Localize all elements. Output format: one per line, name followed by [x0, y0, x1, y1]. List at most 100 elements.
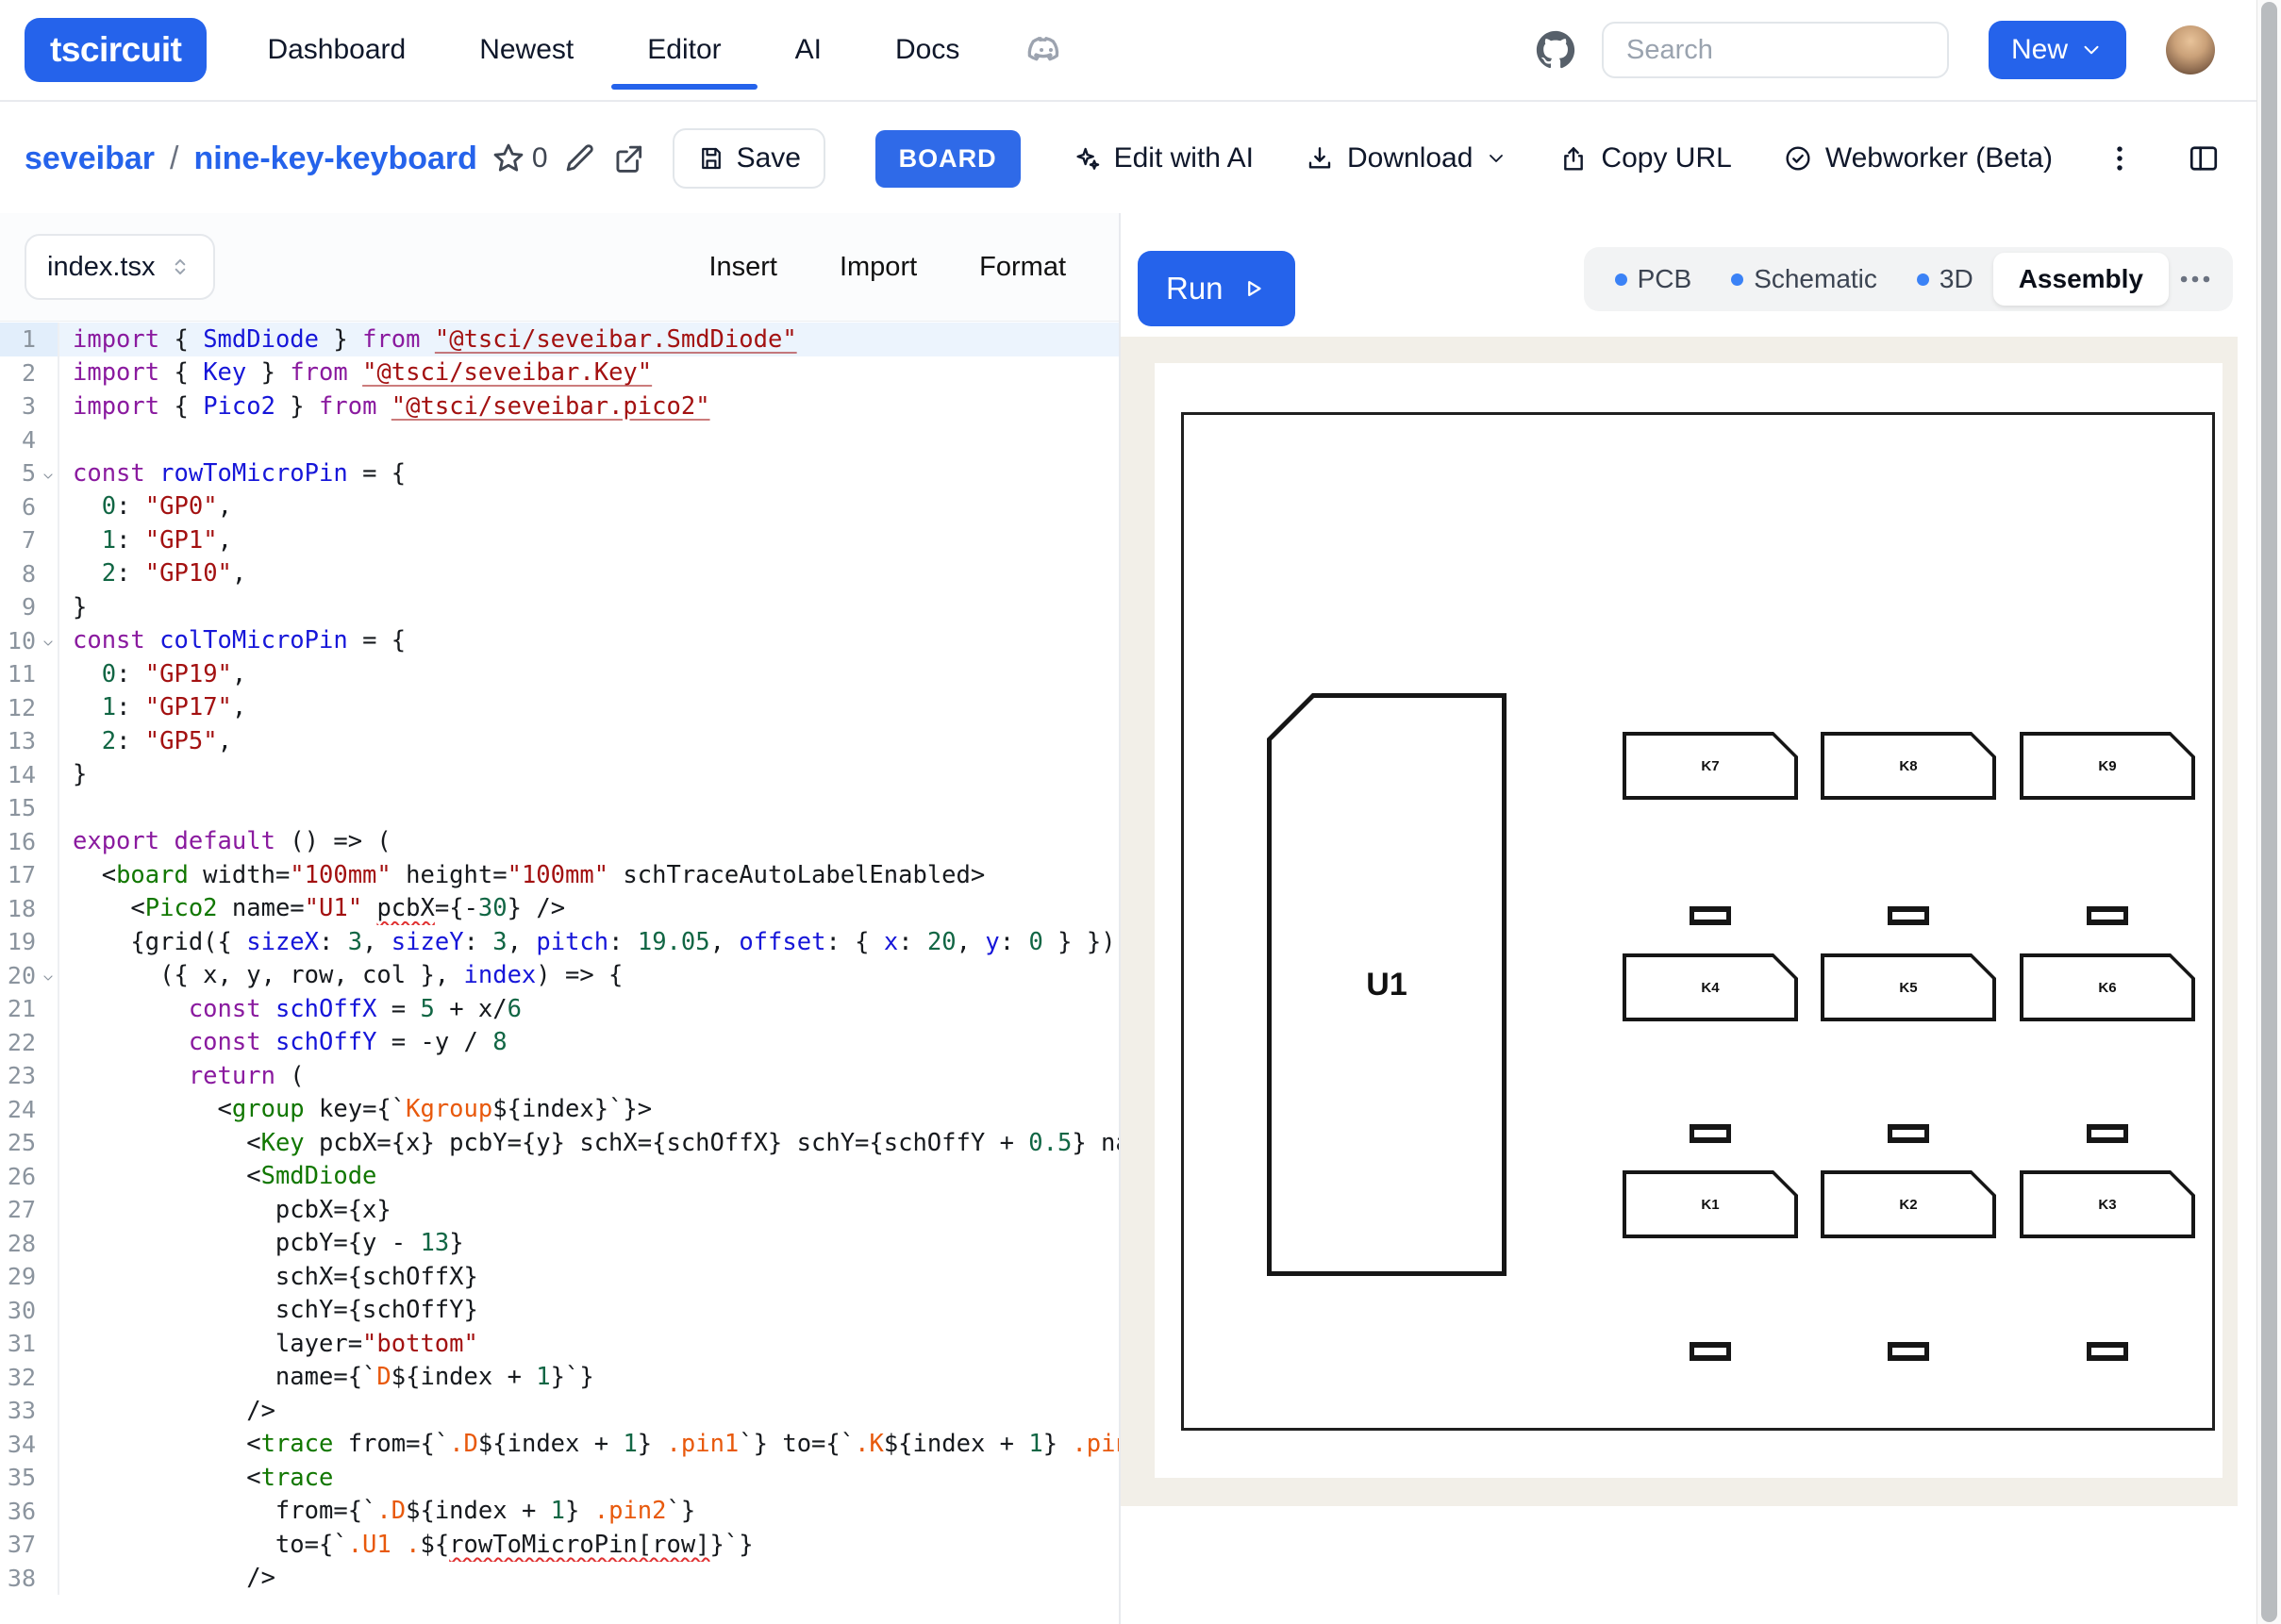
board-badge[interactable]: BOARD [875, 130, 1021, 188]
code-line-5: 5const rowToMicroPin = { [0, 456, 1119, 490]
editor-menu-format[interactable]: Format [979, 252, 1066, 283]
code-line-20: 20 ({ x, y, row, col }, index) => { [0, 959, 1119, 993]
diode-footprint [1690, 906, 1731, 925]
code-editor[interactable]: 1import { SmdDiode } from "@tsci/seveiba… [0, 323, 1119, 1624]
line-number: 1 [0, 325, 39, 353]
discord-icon[interactable] [1025, 29, 1067, 71]
editor-menu-insert[interactable]: Insert [708, 252, 777, 283]
nav-item-docs[interactable]: Docs [895, 34, 959, 66]
gutter: 11 [0, 657, 59, 691]
code-text: 0: "GP0", [59, 490, 1119, 524]
code-text: const schOffY = -y / 8 [59, 1026, 1119, 1060]
tab-assembly[interactable]: Assembly [1993, 253, 2169, 306]
editor-menu-import[interactable]: Import [840, 252, 917, 283]
github-icon[interactable] [1536, 30, 1575, 70]
line-number: 34 [0, 1431, 39, 1458]
gutter: 4 [0, 423, 59, 457]
gutter: 38 [0, 1562, 59, 1596]
avatar[interactable] [2166, 25, 2215, 75]
code-line-37: 37 to={`.U1 .${rowToMicroPin[row]}`} [0, 1528, 1119, 1562]
share-icon[interactable] [610, 141, 646, 176]
code-line-33: 33 /> [0, 1394, 1119, 1428]
line-number: 23 [0, 1062, 39, 1089]
nav-item-newest[interactable]: Newest [479, 34, 574, 66]
code-text: export default () => ( [59, 825, 1119, 859]
diode-footprint [1690, 1124, 1731, 1143]
breadcrumb-owner[interactable]: seveibar [25, 141, 155, 177]
scrollbar-thumb[interactable] [2261, 2, 2277, 1622]
code-text: pcbY={y - 13} [59, 1227, 1119, 1261]
action-label: Webworker (Beta) [1825, 142, 2053, 174]
code-line-28: 28 pcbY={y - 13} [0, 1227, 1119, 1261]
nav-item-ai[interactable]: AI [795, 34, 822, 66]
assembly-canvas[interactable]: U1 K7K8K9K4K5K6K1K2K3 [1121, 337, 2238, 1506]
line-number: 31 [0, 1330, 39, 1357]
save-button[interactable]: Save [673, 128, 825, 189]
code-text: 0: "GP19", [59, 657, 1119, 691]
line-number: 33 [0, 1397, 39, 1424]
tab-pcb[interactable]: PCB [1595, 247, 1712, 311]
code-text: } [59, 758, 1119, 792]
tab-label: PCB [1638, 264, 1692, 294]
split-panel-icon[interactable] [2187, 141, 2221, 175]
action-label: Edit with AI [1114, 142, 1254, 174]
gutter: 22 [0, 1026, 59, 1060]
star-icon[interactable] [491, 141, 526, 176]
navbar-right: New [1536, 21, 2215, 79]
nav-item-editor[interactable]: Editor [647, 34, 721, 66]
copy-url-button[interactable]: Copy URL [1558, 142, 1731, 174]
page-scrollbar[interactable] [2256, 0, 2281, 1624]
line-number: 20 [0, 962, 39, 989]
chip-label: U1 [1267, 693, 1507, 1276]
code-text: /> [59, 1562, 1119, 1596]
code-text: const rowToMicroPin = { [59, 456, 1119, 490]
nav-item-dashboard[interactable]: Dashboard [267, 34, 406, 66]
new-button[interactable]: New [1989, 21, 2126, 79]
edit-with-ai-button[interactable]: Edit with AI [1072, 142, 1254, 174]
kebab-menu-icon[interactable] [2104, 142, 2136, 174]
breadcrumb: seveibar / nine-key-keyboard [25, 141, 477, 177]
diode-footprint [1888, 1342, 1929, 1361]
key-label: K8 [1821, 732, 1996, 800]
gutter: 32 [0, 1361, 59, 1395]
file-select[interactable]: index.tsx [25, 234, 215, 300]
code-line-35: 35 <trace [0, 1461, 1119, 1495]
fold-chevron-icon[interactable] [39, 970, 58, 986]
search-input[interactable] [1602, 22, 1949, 78]
run-button[interactable]: Run [1138, 251, 1295, 326]
diode-footprint [2087, 906, 2128, 925]
breadcrumb-name[interactable]: nine-key-keyboard [193, 141, 476, 177]
fold-chevron-icon[interactable] [39, 636, 58, 651]
diode-footprint [1888, 1124, 1929, 1143]
action-label: Download [1347, 142, 1473, 174]
code-text: ({ x, y, row, col }, index) => { [59, 959, 1119, 993]
gutter: 23 [0, 1059, 59, 1093]
code-text: <Key pcbX={x} pcbY={y} schX={schOffX} sc… [59, 1126, 1119, 1160]
tab-schematic[interactable]: Schematic [1711, 247, 1897, 311]
code-text: <trace [59, 1461, 1119, 1495]
webworker-beta-button[interactable]: Webworker (Beta) [1783, 142, 2053, 174]
new-button-label: New [2011, 34, 2068, 66]
chevron-down-icon [1485, 147, 1507, 170]
tab-3d[interactable]: 3D [1897, 247, 1993, 311]
line-number: 37 [0, 1531, 39, 1558]
pencil-icon[interactable] [561, 141, 597, 176]
download-button[interactable]: Download [1305, 142, 1507, 174]
code-line-3: 3import { Pico2 } from "@tsci/seveibar.p… [0, 389, 1119, 423]
line-number: 14 [0, 761, 39, 788]
gutter: 26 [0, 1160, 59, 1194]
gutter: 36 [0, 1495, 59, 1529]
tscircuit-logo[interactable]: tscircuit [25, 18, 207, 82]
gutter: 12 [0, 691, 59, 725]
action-label: Copy URL [1601, 142, 1731, 174]
tabs-more-icon[interactable] [2174, 258, 2216, 300]
fold-chevron-icon[interactable] [39, 469, 58, 484]
navbar: tscircuit Dashboard Newest Editor AI Docs Ne… [0, 0, 2281, 102]
gutter: 10 [0, 624, 59, 658]
line-number: 35 [0, 1464, 39, 1491]
code-line-22: 22 const schOffY = -y / 8 [0, 1026, 1119, 1060]
line-number: 15 [0, 794, 39, 821]
gutter: 25 [0, 1126, 59, 1160]
code-text: {grid({ sizeX: 3, sizeY: 3, pitch: 19.05… [59, 925, 1119, 959]
code-text: return ( [59, 1059, 1119, 1093]
